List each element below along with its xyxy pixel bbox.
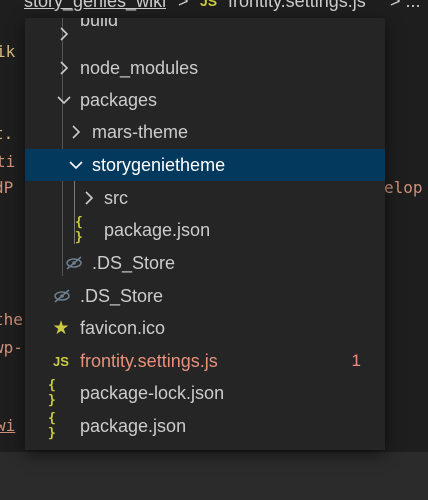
tree-item-ds-store[interactable]: .DS_Store xyxy=(25,247,385,279)
tree-item-partial[interactable] xyxy=(25,443,385,450)
star-icon: ★ xyxy=(52,317,70,339)
editor-bottom-area xyxy=(0,452,428,500)
tree-item-favicon[interactable]: ★ favicon.ico xyxy=(25,312,385,344)
tree-item-label: frontity.settings.js xyxy=(80,351,218,371)
breadcrumb-separator: > xyxy=(178,0,189,11)
chevron-right-icon xyxy=(53,52,75,84)
tree-item-frontity-settings[interactable]: JS frontity.settings.js 1 xyxy=(25,345,385,377)
tree-item-packages[interactable]: packages xyxy=(25,84,385,116)
code-fragment: ik xyxy=(0,42,16,61)
tree-item-label: .DS_Store xyxy=(92,253,176,273)
tree-item-label: package-lock.json xyxy=(80,383,225,403)
tree-item-label: build xyxy=(80,18,119,30)
js-file-icon: JS xyxy=(53,353,69,369)
code-fragment: the xyxy=(0,310,23,329)
problem-count-badge: 1 xyxy=(351,351,361,370)
info-icon xyxy=(50,443,72,450)
chevron-right-icon xyxy=(78,182,100,214)
tree-item-label: package.json xyxy=(80,416,187,436)
tree-item-ds-store[interactable]: .DS_Store xyxy=(25,280,385,312)
tree-item-label: favicon.ico xyxy=(80,318,166,338)
chevron-down-icon xyxy=(53,84,75,116)
tree-item-label: src xyxy=(104,188,128,208)
tree-item-package-json[interactable]: { } package.json xyxy=(25,214,385,246)
breadcrumb-file-tree-popup: build node_modules packages mars-theme s… xyxy=(25,18,385,450)
code-fragment: wi xyxy=(0,416,16,435)
tree-item-node-modules[interactable]: node_modules xyxy=(25,52,385,84)
tree-item-package-lock-json[interactable]: { } package-lock.json xyxy=(25,377,385,409)
tree-item-src[interactable]: src xyxy=(25,182,385,214)
tree-item-mars-theme[interactable]: mars-theme xyxy=(25,116,385,148)
tree-item-label: storygenietheme xyxy=(92,155,226,175)
tree-item-package-json[interactable]: { } package.json xyxy=(25,410,385,442)
code-fragment: t. xyxy=(0,124,14,143)
tree-item-label: node_modules xyxy=(80,58,199,78)
breadcrumb: story_genies_wiki > JS frontity.settings… xyxy=(0,0,428,12)
json-file-icon: { } xyxy=(48,411,57,441)
tree-item-label: .DS_Store xyxy=(80,286,164,306)
breadcrumb-more[interactable]: > ... xyxy=(390,0,421,11)
chevron-right-icon xyxy=(65,116,87,148)
code-fragment: elop xyxy=(384,178,423,197)
tree-item-label: mars-theme xyxy=(92,122,189,142)
json-file-icon: { } xyxy=(48,378,57,408)
json-file-icon: { } xyxy=(75,215,84,245)
eye-slash-icon xyxy=(63,247,85,279)
breadcrumb-file[interactable]: frontity.settings.js xyxy=(228,0,366,11)
code-fragment: ti xyxy=(0,152,16,171)
eye-slash-icon xyxy=(51,280,73,312)
js-icon: JS xyxy=(200,0,218,9)
chevron-down-icon xyxy=(65,149,87,181)
tree-item-build[interactable]: build xyxy=(25,18,385,50)
tree-item-label: packages xyxy=(80,90,158,110)
breadcrumb-folder[interactable]: story_genies_wiki xyxy=(24,0,166,11)
code-fragment: dP xyxy=(0,178,14,197)
tree-item-label: package.json xyxy=(104,220,211,240)
code-fragment: wp- xyxy=(0,338,23,357)
tree-item-storygenietheme[interactable]: storygenietheme xyxy=(25,149,385,181)
chevron-right-icon xyxy=(53,18,75,50)
